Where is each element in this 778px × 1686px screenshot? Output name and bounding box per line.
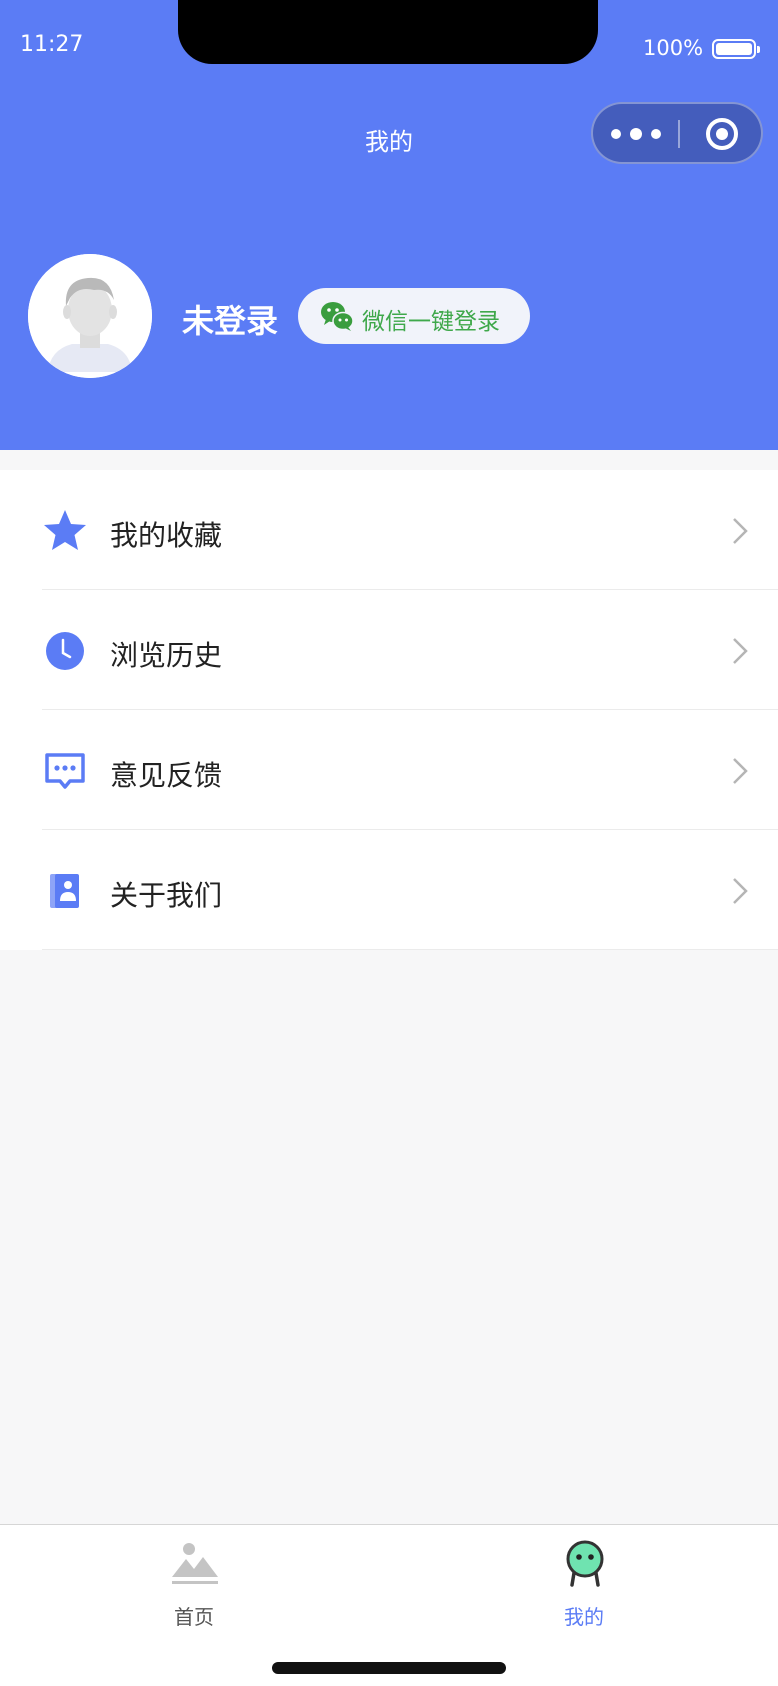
chevron-right-icon — [733, 878, 748, 904]
menu-item-label: 我的收藏 — [110, 519, 223, 552]
menu-item-label: 浏览历史 — [110, 639, 223, 672]
menu-item-about[interactable]: 关于我们 — [0, 830, 778, 950]
menu-item-favorites[interactable]: 我的收藏 — [0, 470, 778, 590]
miniprogram-capsule — [591, 102, 763, 164]
home-indicator — [272, 1662, 506, 1674]
avatar[interactable] — [28, 254, 152, 378]
menu-item-history[interactable]: 浏览历史 — [0, 590, 778, 710]
capsule-divider — [678, 120, 680, 148]
default-avatar-icon — [28, 254, 152, 378]
feedback-icon — [45, 753, 85, 789]
chevron-right-icon — [733, 638, 748, 664]
wechat-icon — [321, 302, 354, 331]
robot-face-icon — [566, 1540, 604, 1587]
battery-icon — [712, 39, 760, 59]
more-icon[interactable] — [611, 104, 671, 162]
device-notch — [178, 0, 598, 64]
about-icon — [50, 874, 79, 908]
landscape-icon — [172, 1543, 218, 1584]
divider — [42, 949, 778, 950]
chevron-right-icon — [733, 758, 748, 784]
tab-home[interactable]: 首页 — [134, 1539, 254, 1649]
wechat-login-button[interactable]: 微信一键登录 — [298, 288, 530, 344]
wechat-login-label: 微信一键登录 — [362, 309, 500, 335]
menu-item-label: 关于我们 — [110, 879, 223, 912]
chevron-right-icon — [733, 518, 748, 544]
menu-list: 我的收藏 浏览历史 意见反馈 关于我们 — [0, 470, 778, 950]
phone-screen: 11:27 100% 我的 未登录 微信一键登录 我的收藏 浏览历史 意见反馈 … — [0, 0, 778, 1686]
tab-mine[interactable]: 我的 — [524, 1539, 644, 1649]
menu-item-label: 意见反馈 — [110, 759, 223, 792]
tab-mine-label: 我的 — [564, 1605, 604, 1629]
clock-icon — [46, 632, 84, 670]
tab-home-label: 首页 — [174, 1605, 214, 1629]
star-icon — [44, 510, 86, 550]
profile-header: 11:27 100% 我的 未登录 微信一键登录 — [0, 0, 778, 450]
menu-item-feedback[interactable]: 意见反馈 — [0, 710, 778, 830]
status-time: 11:27 — [20, 32, 84, 57]
battery-percent: 100% — [643, 36, 704, 60]
user-name: 未登录 — [182, 302, 279, 340]
close-target-icon[interactable] — [704, 116, 740, 152]
